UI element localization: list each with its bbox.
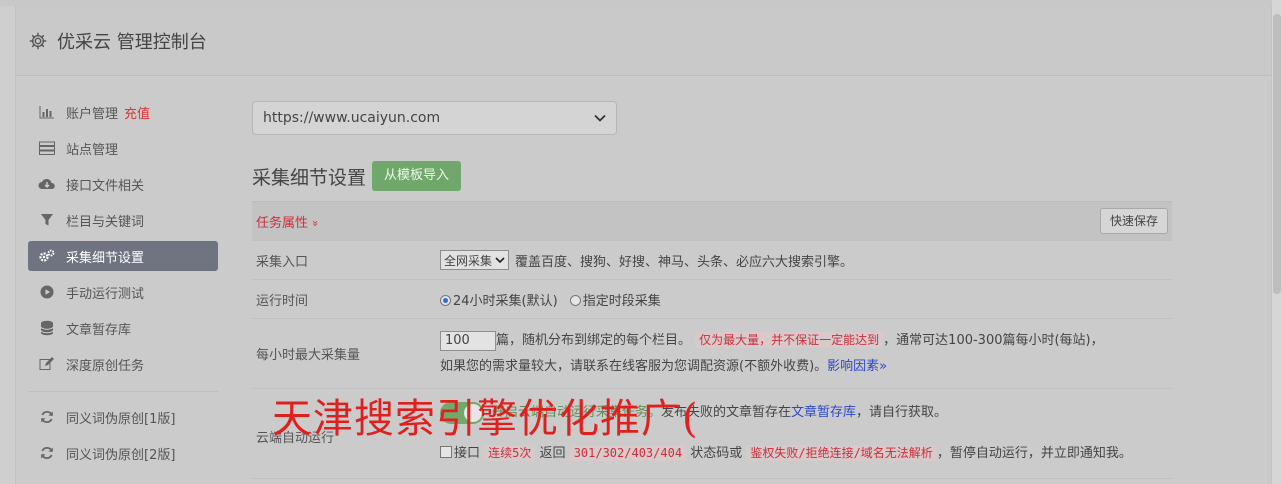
filter-icon <box>38 212 56 228</box>
task-props-label: 任务属性 <box>256 215 309 231</box>
max-text-1: 篇，随机分布到绑定的每个栏目。 <box>496 333 692 348</box>
page-scrollbar[interactable] <box>1272 0 1282 484</box>
site-select-value: https://www.ucaiyun.com <box>263 110 441 126</box>
chevron-down-icon: » <box>309 219 323 227</box>
sidebar-item-label: 站点管理 <box>66 142 119 158</box>
sidebar-item-label: 手动运行测试 <box>66 286 145 302</box>
task-props-header: 任务属性 » 快速保存 <box>252 202 1172 241</box>
sidebar-item-sites[interactable]: 站点管理 <box>28 133 218 163</box>
sidebar-item-synonym-v2[interactable]: 同义词伪原创[2版] <box>28 438 218 468</box>
sidebar: 账户管理 充值 站点管理 接口文件相关 栏目与关键词 采集细节设置 手动运行测试 <box>28 97 218 474</box>
sidebar-item-columns-keywords[interactable]: 栏目与关键词 <box>28 205 218 235</box>
article-store-link[interactable]: 文章暂存库 <box>791 393 856 433</box>
pause-text: ，暂停自动运行，并立即通知我。 <box>936 446 1132 461</box>
radio-scheduled-label: 指定时段采集 <box>582 293 661 309</box>
site-select[interactable]: https://www.ucaiyun.com <box>252 101 617 135</box>
factors-link[interactable]: 影响因素» <box>827 359 887 374</box>
row-label: 每小时最大采集量 <box>256 348 361 363</box>
radio-24h[interactable] <box>440 294 451 306</box>
radio-24h-label: 24小时采集(默认) <box>453 293 558 309</box>
max-line-1: 100 篇，随机分布到绑定的每个栏目。 仅为最大量，并不保证一定能达到 ，通常可达1… <box>440 327 1104 354</box>
status-text: 状态码或 <box>690 446 743 461</box>
task-props-toggle[interactable]: 任务属性 » <box>256 212 323 231</box>
row-label: 运行时间 <box>256 293 309 309</box>
sidebar-item-manual-test[interactable]: 手动运行测试 <box>28 277 218 307</box>
auth-fail-badge: 鉴权失败/拒绝连接/域名无法解析 <box>746 445 937 461</box>
radio-scheduled[interactable] <box>569 294 581 306</box>
max-text-3: 如果您的需求量较大，请联系在线客服为您调配资源(不额外收费)。 <box>440 359 828 374</box>
sidebar-item-label: 接口文件相关 <box>66 178 145 194</box>
row-value: 100 篇，随机分布到绑定的每个栏目。 仅为最大量，并不保证一定能达到 ，通常可达1… <box>440 319 1172 388</box>
row-collect-entry: 采集入口 全网采集 覆盖百度、搜狗、好搜、神马、头条、必应六大搜索引擎。 <box>252 241 1172 280</box>
cogs-icon <box>38 248 56 264</box>
interface-checkbox[interactable] <box>440 446 452 458</box>
collect-entry-select-value: 全网采集 <box>444 253 493 268</box>
sidebar-item-synonym-v1[interactable]: 同义词伪原创[1版] <box>28 402 218 432</box>
bar-chart-icon <box>38 104 56 120</box>
status-codes-badge: 301/302/403/404 <box>569 445 687 461</box>
sidebar-item-deep-original[interactable]: 深度原创任务 <box>28 349 218 379</box>
database-icon <box>38 320 56 336</box>
sidebar-item-label: 文章暂存库 <box>66 322 132 338</box>
sidebar-item-label: 同义词伪原创[1版] <box>66 411 176 427</box>
cloud-text-3: ，请自行获取。 <box>856 405 948 420</box>
refresh-icon <box>38 409 56 425</box>
collect-entry-desc: 覆盖百度、搜狗、好搜、神马、头条、必应六大搜索引擎。 <box>515 254 854 270</box>
sidebar-item-collect-settings[interactable]: 采集细节设置 <box>28 241 218 271</box>
import-template-button[interactable]: 从模板导入 <box>372 161 462 191</box>
max-text-2: ，通常可达100-300篇每小时(每站)， <box>883 333 1104 348</box>
sidebar-item-label: 栏目与关键词 <box>66 214 145 230</box>
panel-header: 优采云 管理控制台 <box>16 6 1271 76</box>
overlay-watermark-text: 天津搜索引擎优化推广( <box>272 396 699 442</box>
chevron-down-icon <box>495 257 505 263</box>
row-value: 全网采集 覆盖百度、搜狗、好搜、神马、头条、必应六大搜索引擎。 <box>440 241 1172 279</box>
fail-count-badge: 连续5次 <box>484 445 536 461</box>
max-per-hour-input[interactable]: 100 <box>440 331 496 351</box>
sidebar-item-label: 同义词伪原创[2版] <box>66 447 176 463</box>
row-max-per-hour: 每小时最大采集量 100 篇，随机分布到绑定的每个栏目。 仅为最大量，并不保证一定… <box>252 319 1172 389</box>
page-title: 优采云 管理控制台 <box>57 31 207 53</box>
play-circle-icon <box>38 284 56 300</box>
max-line-2: 如果您的需求量较大，请联系在线客服为您调配资源(不额外收费)。影响因素» <box>440 354 887 380</box>
sidebar-item-label: 深度原创任务 <box>66 358 145 374</box>
gear-icon <box>29 32 47 49</box>
section-title: 采集细节设置 <box>252 166 367 189</box>
sidebar-item-account[interactable]: 账户管理 充值 <box>28 97 218 127</box>
quick-save-button[interactable]: 快速保存 <box>1099 208 1168 234</box>
row-label: 采集入口 <box>256 254 309 270</box>
sidebar-divider <box>28 391 218 392</box>
sidebar-item-label: 采集细节设置 <box>66 250 145 266</box>
sidebar-item-label: 账户管理 <box>66 106 119 122</box>
max-warning: 仅为最大量，并不保证一定能达到 <box>695 332 884 348</box>
sidebar-item-interface-files[interactable]: 接口文件相关 <box>28 169 218 199</box>
returns-text: 返回 <box>539 446 566 461</box>
sidebar-item-article-store[interactable]: 文章暂存库 <box>28 313 218 343</box>
server-icon <box>38 140 56 156</box>
row-value: 24小时采集(默认) 指定时段采集 <box>440 280 1172 318</box>
interface-label: 接口 <box>454 446 481 461</box>
collect-entry-select[interactable]: 全网采集 <box>440 250 510 270</box>
row-run-time: 运行时间 24小时采集(默认) 指定时段采集 <box>252 280 1172 319</box>
recharge-link[interactable]: 充值 <box>124 103 150 122</box>
cloud-download-icon <box>38 176 56 192</box>
refresh-icon <box>38 445 56 461</box>
chevron-down-icon <box>594 114 606 122</box>
section-title-row: 采集细节设置 从模板导入 <box>252 161 1172 191</box>
scrollbar-thumb[interactable] <box>1273 14 1281 294</box>
edit-icon <box>38 356 56 372</box>
